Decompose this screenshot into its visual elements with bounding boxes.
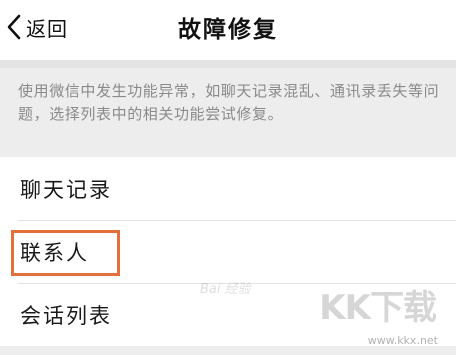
section-divider (0, 60, 456, 68)
list-item-chat-history[interactable]: 聊天记录 (0, 157, 456, 220)
repair-options-list: 聊天记录 联系人 会话列表 (0, 157, 456, 346)
page-title: 故障修复 (178, 17, 278, 43)
navigation-bar: 返回 故障修复 (0, 0, 456, 60)
list-item-label: 联系人 (20, 240, 89, 265)
description-text: 使用微信中发生功能异常，如聊天记录混乱、通讯录丢失等问题，选择列表中的相关功能尝… (18, 82, 440, 123)
list-item-label: 聊天记录 (20, 177, 112, 202)
list-item-label: 会话列表 (20, 303, 112, 328)
list-item-contacts[interactable]: 联系人 (0, 220, 456, 283)
list-item-conversation-list[interactable]: 会话列表 (0, 283, 456, 346)
